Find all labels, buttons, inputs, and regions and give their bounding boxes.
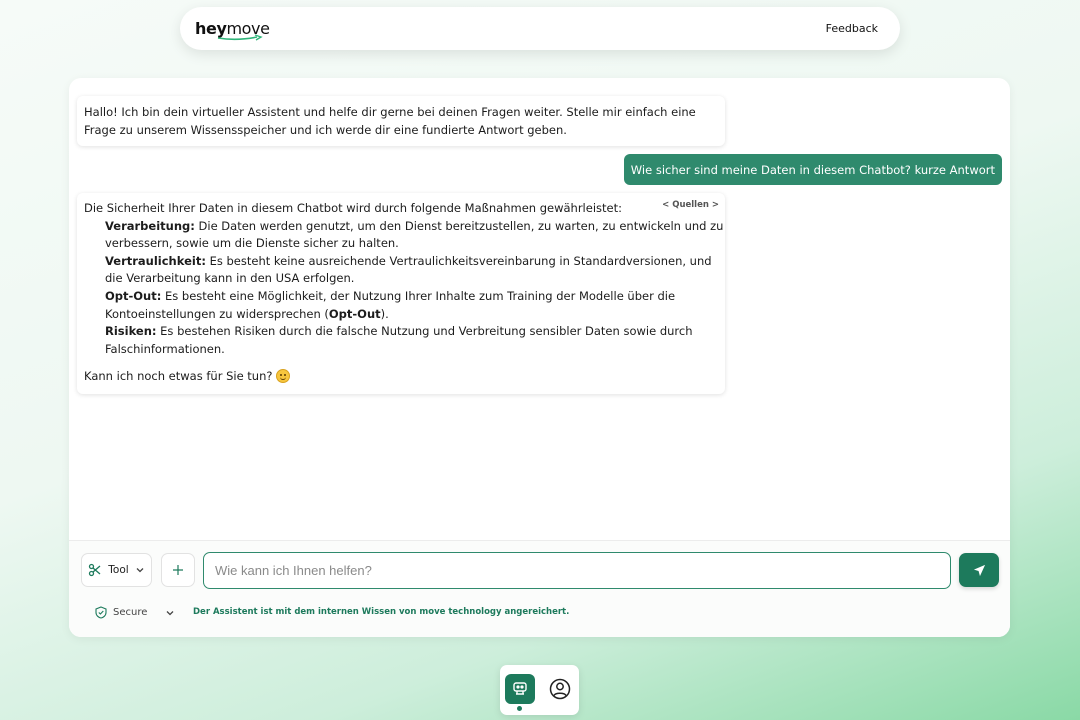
answer-text: ). xyxy=(380,306,389,321)
answer-intro: Die Sicherheit Ihrer Daten in diesem Cha… xyxy=(84,201,622,215)
answer-text: Kontoeinstellungen zu widersprechen ( xyxy=(105,306,329,321)
user-message: Wie sicher sind meine Daten in diesem Ch… xyxy=(623,154,1002,185)
answer-text: Es bestehen Risiken durch die falsche Nu… xyxy=(156,324,693,339)
answer-text: Die Daten werden genutzt, um den Dienst … xyxy=(194,218,724,233)
smiling-face-icon xyxy=(276,369,291,384)
robot-icon xyxy=(513,682,527,695)
scissors-icon xyxy=(89,563,101,577)
secure-label: Secure xyxy=(113,607,148,618)
plus-icon xyxy=(173,565,183,575)
answer-term: Vertraulichkeit: xyxy=(105,253,206,268)
bottom-nav xyxy=(500,665,579,715)
answer-text: Es besteht keine ausreichende Vertraulic… xyxy=(205,253,712,268)
answer-term: Opt-Out xyxy=(328,306,381,321)
message-line: Hallo! Ich bin dein virtueller Assistent… xyxy=(84,105,696,119)
answer-item-processing: Verarbeitung: Die Daten werden genutzt, … xyxy=(84,218,723,236)
composer: Tool Secure Der Assistent ist mit dem in… xyxy=(69,541,1010,637)
answer-closing: Kann ich noch etwas für Sie tun? xyxy=(84,368,718,386)
answer-term: Verarbeitung: xyxy=(105,218,195,233)
chat-panel: Hallo! Ich bin dein virtueller Assistent… xyxy=(69,78,1010,637)
assistant-answer-message: < Quellen > Die Sicherheit Ihrer Daten i… xyxy=(77,193,725,394)
answer-item-risks-cont: Falschinformationen. xyxy=(105,341,225,356)
nav-profile-button[interactable] xyxy=(548,677,572,701)
chevron-down-icon xyxy=(136,568,144,573)
tool-label: Tool xyxy=(108,564,129,576)
shield-check-icon xyxy=(95,606,107,619)
send-icon xyxy=(973,564,985,576)
tool-dropdown-button[interactable]: Tool xyxy=(81,553,152,587)
answer-closing-text: Kann ich noch etwas für Sie tun? xyxy=(84,369,277,384)
answer-text: Es besteht eine Möglichkeit, der Nutzung… xyxy=(161,288,676,303)
message-input[interactable] xyxy=(203,552,951,589)
assistant-greeting-message: Hallo! Ich bin dein virtueller Assistent… xyxy=(77,96,725,146)
assistant-info-text: Der Assistent ist mit dem internen Wisse… xyxy=(193,607,570,617)
logo[interactable]: heymove xyxy=(195,19,270,41)
active-indicator xyxy=(517,706,522,711)
chat-history: Hallo! Ich bin dein virtueller Assistent… xyxy=(69,78,1010,540)
nav-assistant-button[interactable] xyxy=(505,674,535,704)
answer-item-confidentiality: Vertraulichkeit: Es besteht keine ausrei… xyxy=(84,253,718,271)
send-button[interactable] xyxy=(959,553,999,587)
secure-dropdown[interactable]: Secure xyxy=(95,606,175,619)
answer-term: Opt-Out: xyxy=(105,288,162,303)
message-line: Frage zu unserem Wissensspeicher und ich… xyxy=(84,122,567,137)
logo-swoosh-icon xyxy=(217,34,263,41)
answer-item-processing-cont: verbessern, sowie um die Dienste sicher … xyxy=(105,236,399,251)
sources-toggle[interactable]: < Quellen > xyxy=(662,197,719,215)
feedback-link[interactable]: Feedback xyxy=(826,22,878,35)
add-button[interactable] xyxy=(161,553,195,587)
answer-item-risks: Risiken: Es bestehen Risiken durch die f… xyxy=(84,323,718,341)
answer-term: Risiken: xyxy=(105,324,157,339)
chevron-down-icon xyxy=(166,610,174,615)
answer-item-opt-out: Opt-Out: Es besteht eine Möglichkeit, de… xyxy=(84,288,718,306)
user-circle-icon xyxy=(549,678,571,700)
top-bar: heymove Feedback xyxy=(180,7,900,50)
answer-item-opt-out-cont: Kontoeinstellungen zu widersprechen (Opt… xyxy=(84,306,718,324)
answer-item-confidentiality-cont: die Verarbeitung kann in den USA erfolge… xyxy=(105,271,355,286)
